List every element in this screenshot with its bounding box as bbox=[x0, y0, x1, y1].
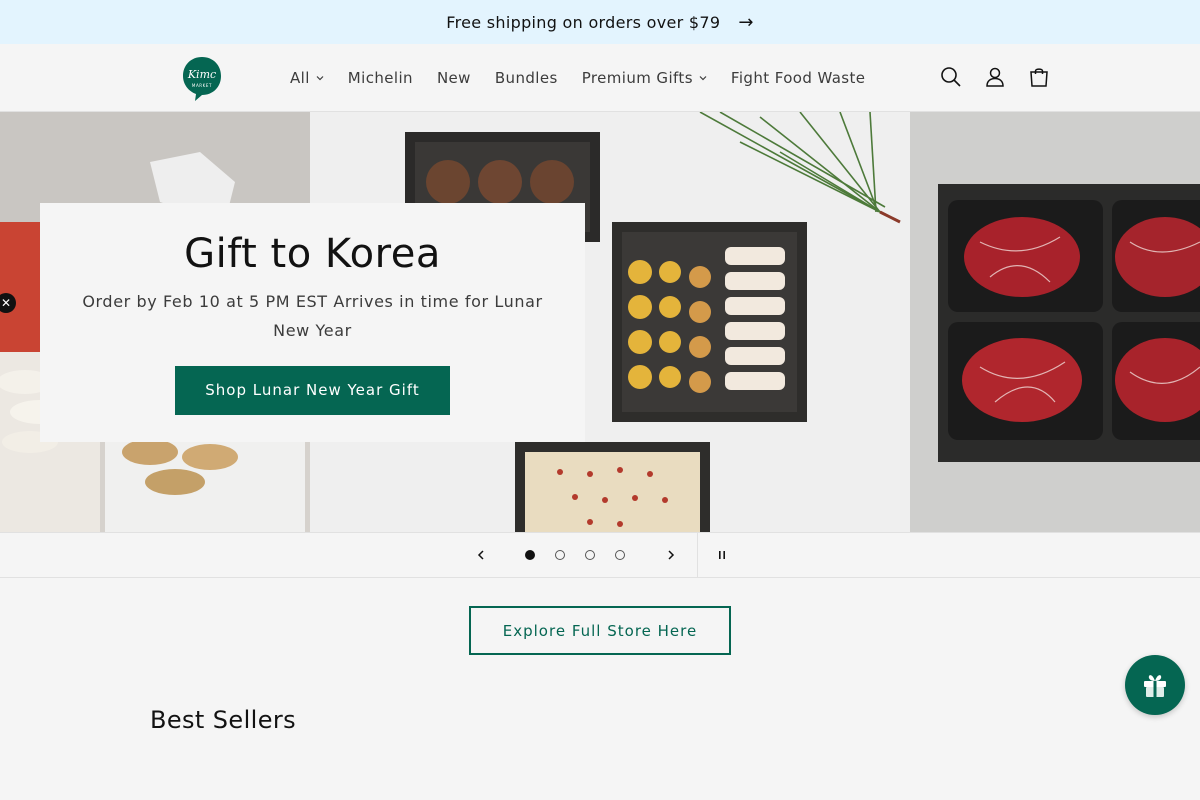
nav-item-premium-gifts[interactable]: Premium Gifts bbox=[582, 69, 707, 87]
chevron-down-icon[interactable] bbox=[316, 74, 324, 82]
announcement-bar[interactable]: Free shipping on orders over $79 → bbox=[0, 0, 1200, 44]
nav-item-new[interactable]: New bbox=[437, 69, 471, 87]
hero-subtitle: Order by Feb 10 at 5 PM EST Arrives in t… bbox=[82, 292, 543, 340]
slide-dot[interactable] bbox=[585, 550, 595, 560]
slide-dot[interactable] bbox=[525, 550, 535, 560]
hero-slideshow: ✕ Gift to Korea Order by Feb 10 at 5 PM … bbox=[0, 112, 1200, 532]
main-nav: All Michelin New Bundles Premium Gifts F… bbox=[290, 44, 889, 112]
best-sellers-heading: Best Sellers bbox=[150, 706, 297, 734]
chevron-down-icon[interactable] bbox=[699, 74, 707, 82]
controls-divider bbox=[697, 533, 698, 577]
chevron-left-icon[interactable] bbox=[474, 545, 488, 565]
header-icons bbox=[940, 66, 1050, 88]
gift-icon[interactable] bbox=[1141, 671, 1169, 699]
slideshow-controls bbox=[0, 532, 1200, 578]
search-icon[interactable] bbox=[940, 66, 962, 88]
nav-item-label[interactable]: Fight Food Waste bbox=[731, 69, 866, 87]
nav-item-label[interactable]: Premium Gifts bbox=[582, 69, 693, 87]
nav-item-fight-food-waste[interactable]: Fight Food Waste bbox=[731, 69, 866, 87]
svg-text:Kimc: Kimc bbox=[187, 68, 216, 81]
brand-logo[interactable]: Kimc MARKET bbox=[181, 55, 223, 102]
cart-icon[interactable] bbox=[1028, 66, 1050, 88]
shop-lunar-new-year-button[interactable]: Shop Lunar New Year Gift bbox=[175, 366, 450, 415]
nav-item-michelin[interactable]: Michelin bbox=[348, 69, 413, 87]
announcement-text[interactable]: Free shipping on orders over $79 bbox=[446, 13, 720, 32]
nav-item-bundles[interactable]: Bundles bbox=[495, 69, 558, 87]
slide-dot[interactable] bbox=[555, 550, 565, 560]
explore-full-store-button[interactable]: Explore Full Store Here bbox=[469, 606, 731, 655]
hero-content-box: Gift to Korea Order by Feb 10 at 5 PM ES… bbox=[40, 203, 585, 442]
hero-title: Gift to Korea bbox=[184, 231, 441, 277]
site-header: Kimc MARKET All Michelin New Bundles Pre… bbox=[0, 44, 1200, 112]
arrow-right-icon[interactable]: → bbox=[738, 12, 753, 33]
nav-item-label[interactable]: Bundles bbox=[495, 69, 558, 87]
account-icon[interactable] bbox=[984, 66, 1006, 88]
chevron-right-icon[interactable] bbox=[664, 545, 678, 565]
nav-item-all[interactable]: All bbox=[290, 69, 324, 87]
pause-icon[interactable] bbox=[714, 547, 730, 563]
nav-item-label[interactable]: All bbox=[290, 69, 310, 87]
nav-item-label[interactable]: New bbox=[437, 69, 471, 87]
slide-dot[interactable] bbox=[615, 550, 625, 560]
rewards-launcher-button[interactable] bbox=[1125, 655, 1185, 715]
nav-item-label[interactable]: Michelin bbox=[348, 69, 413, 87]
svg-text:MARKET: MARKET bbox=[192, 83, 212, 88]
